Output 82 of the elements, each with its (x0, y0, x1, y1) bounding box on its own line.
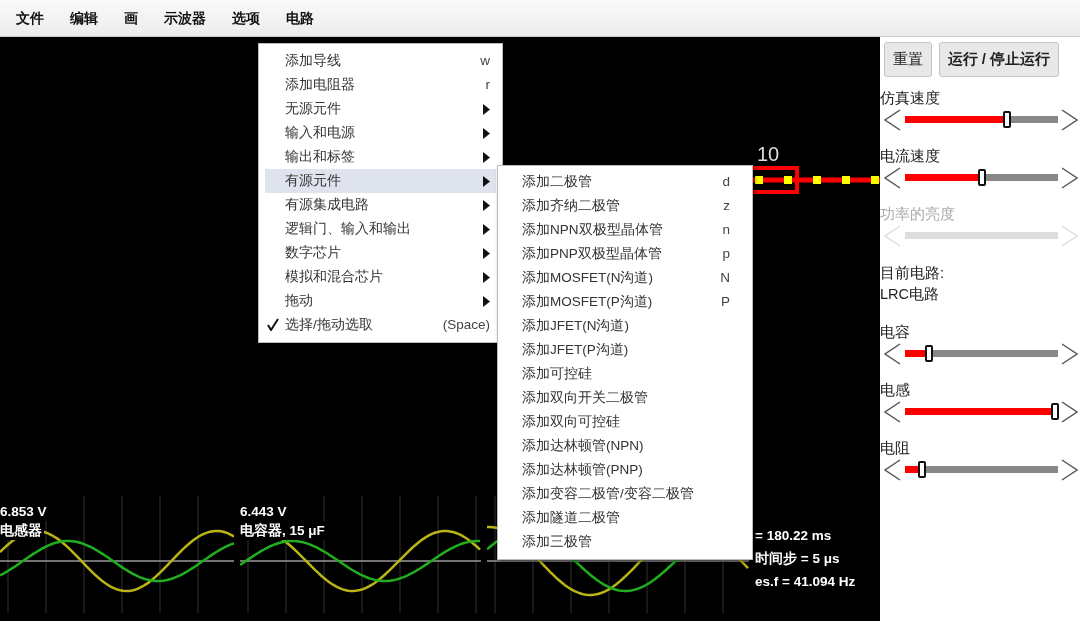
chevron-left-icon[interactable] (882, 341, 902, 366)
chevron-right-icon[interactable] (1060, 165, 1080, 190)
chevron-right-icon[interactable] (1060, 399, 1080, 424)
chevron-right-icon[interactable] (1060, 457, 1080, 482)
menu-option[interactable]: 输入和电源 (265, 121, 496, 145)
info-text: 时间步 = 5 μs (755, 550, 841, 568)
submenu-arrow-icon (483, 175, 490, 187)
menu-option[interactable]: 选择/拖动选取 (Space) (265, 313, 496, 337)
resistor-label: 10 (756, 143, 780, 165)
info-text: = 180.22 ms (755, 527, 833, 545)
menu-option[interactable]: 添加PNP双极型晶体管 p (504, 242, 746, 266)
scope-reading: 6.443 V (240, 496, 289, 521)
submenu-arrow-icon (483, 127, 490, 139)
menu-option[interactable]: 添加NPN双极型晶体管 n (504, 218, 746, 242)
slider-label: 仿真速度 (880, 88, 941, 107)
submenu-arrow-icon (483, 199, 490, 211)
menu-option[interactable]: 添加双向可控硅 (504, 410, 746, 434)
menu-option[interactable]: 添加电阻器 r (265, 73, 496, 97)
menu-option[interactable]: 添加MOSFET(N沟道) N (504, 266, 746, 290)
scope-reading: 6.853 V (0, 496, 49, 521)
menu-option[interactable]: 有源集成电路 (265, 193, 496, 217)
chevron-left-icon[interactable] (882, 165, 902, 190)
menu-option[interactable]: 添加JFET(N沟道) (504, 314, 746, 338)
menu-option[interactable]: 添加JFET(P沟道) (504, 338, 746, 362)
menu-option[interactable]: 逻辑门、输入和输出 (265, 217, 496, 241)
scope-label: 电感器 (0, 521, 44, 540)
menu-option[interactable]: 无源元件 (265, 97, 496, 121)
slider[interactable] (904, 403, 1059, 420)
slider[interactable] (904, 345, 1059, 362)
menu-item[interactable]: 编辑 (70, 7, 98, 29)
menu-item[interactable]: 示波器 (164, 7, 206, 29)
submenu-arrow-icon (483, 223, 490, 235)
chevron-right-icon[interactable] (1060, 341, 1080, 366)
menu-option[interactable]: 添加达林顿管(PNP) (504, 458, 746, 482)
slider-label: 电容 (880, 322, 911, 341)
menu-option[interactable]: 添加二极管 d (504, 170, 746, 194)
menu-item[interactable]: 选项 (232, 7, 260, 29)
menu-option[interactable]: 拖动 (265, 289, 496, 313)
slider-thumb[interactable] (977, 169, 986, 186)
menu-option[interactable]: 数字芯片 (265, 241, 496, 265)
slider-label: 功率的亮度 (880, 204, 956, 223)
slider-label: 电流速度 (880, 146, 941, 165)
menu-item[interactable]: 电路 (286, 7, 314, 29)
menu-option[interactable]: 添加双向开关二极管 (504, 386, 746, 410)
slider-thumb[interactable] (925, 345, 934, 362)
circuit-caption: 目前电路: (880, 263, 946, 283)
submenu-arrow-icon (483, 295, 490, 307)
menu-option[interactable]: 添加达林顿管(NPN) (504, 434, 746, 458)
submenu-arrow-icon (483, 247, 490, 259)
menu-option[interactable]: 添加隧道二极管 (504, 506, 746, 530)
slider-thumb[interactable] (918, 461, 926, 478)
menu-option[interactable]: 添加MOSFET(P沟道) P (504, 290, 746, 314)
submenu-arrow-icon (483, 151, 490, 163)
chevron-left-icon[interactable] (882, 399, 902, 424)
info-text: es.f = 41.094 Hz (755, 573, 856, 591)
slider-thumb[interactable] (1002, 111, 1011, 128)
slider[interactable] (904, 461, 1059, 478)
menu-option[interactable]: 添加变容二极管/变容二极管 (504, 482, 746, 506)
slider-label: 电感 (880, 380, 911, 399)
submenu-arrow-icon (483, 271, 490, 283)
reset-button[interactable]: 重置 (883, 42, 932, 77)
slider[interactable] (904, 169, 1059, 186)
menu-option[interactable]: 添加三极管 (504, 530, 746, 554)
menu-option[interactable]: 添加齐纳二极管 z (504, 194, 746, 218)
menu-option[interactable]: 添加可控硅 (504, 362, 746, 386)
scope-label: 电容器, 15 μF (240, 521, 327, 540)
check-icon (267, 318, 279, 331)
chevron-right-icon[interactable] (1060, 107, 1080, 132)
slider[interactable] (904, 111, 1059, 128)
chevron-left-icon[interactable] (882, 457, 902, 482)
menu-item[interactable]: 文件 (16, 7, 44, 29)
circuit-caption: LRC电路 (880, 284, 940, 304)
chevron-left-icon[interactable] (882, 107, 902, 132)
menu-option[interactable]: 添加导线 w (265, 49, 496, 73)
submenu-arrow-icon (483, 103, 490, 115)
menu-option[interactable]: 有源元件 (265, 169, 496, 193)
menu-item[interactable]: 画 (124, 7, 138, 29)
run-stop-button[interactable]: 运行 / 停止运行 (938, 42, 1059, 77)
menu-option[interactable]: 输出和标签 (265, 145, 496, 169)
menu-option[interactable]: 模拟和混合芯片 (265, 265, 496, 289)
slider-thumb[interactable] (1050, 403, 1059, 420)
slider-label: 电阻 (880, 438, 911, 457)
